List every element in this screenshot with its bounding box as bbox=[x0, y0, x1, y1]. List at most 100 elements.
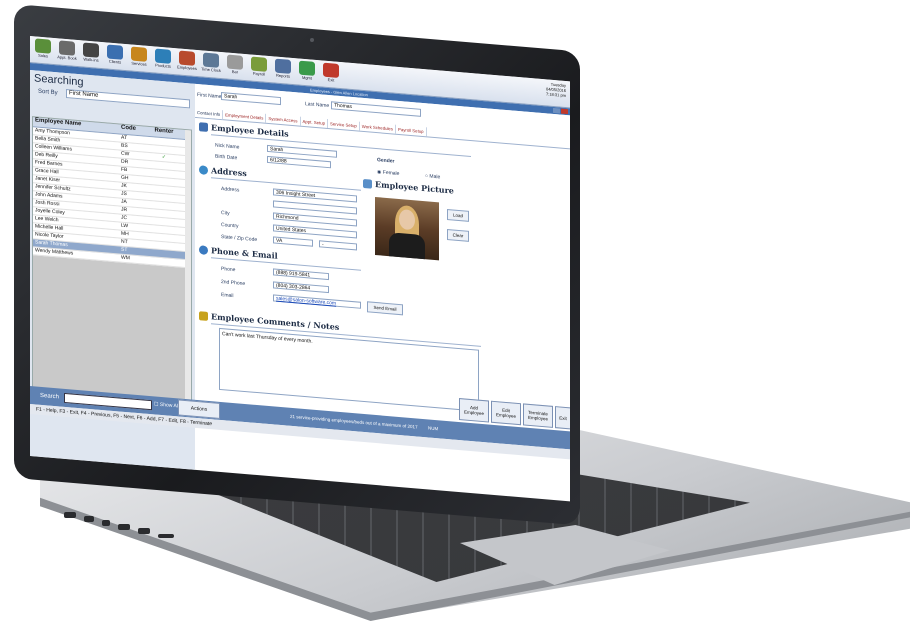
load-picture-button[interactable]: Load bbox=[447, 209, 469, 222]
state-select[interactable]: VA bbox=[273, 236, 313, 247]
phone-label: Phone bbox=[221, 266, 236, 274]
city-label: City bbox=[221, 210, 230, 217]
camera-icon bbox=[310, 38, 314, 42]
nick-name-label: Nick Name bbox=[215, 142, 240, 151]
panel-title: Searching bbox=[34, 72, 84, 89]
phone2-label: 2nd Phone bbox=[221, 279, 246, 288]
tab-service-setup[interactable]: Service Setup bbox=[328, 119, 360, 131]
port bbox=[118, 524, 130, 530]
toolbar-label: Products bbox=[155, 62, 171, 69]
toolbar-label: Exit bbox=[327, 76, 335, 83]
toolbar-label: Services bbox=[131, 60, 147, 67]
tab-employment-details[interactable]: Employment Details bbox=[223, 110, 267, 123]
add-employee-button[interactable]: Add Employee bbox=[459, 398, 489, 423]
toolbar-walk-ins-button[interactable]: Walk-ins bbox=[80, 42, 102, 66]
id-card-icon bbox=[199, 122, 208, 132]
minimize-button[interactable] bbox=[553, 107, 560, 114]
first-name-field[interactable]: Sarah bbox=[221, 92, 281, 106]
appt-book-icon bbox=[59, 40, 75, 56]
toolbar-clients-button[interactable]: Clients bbox=[104, 44, 126, 68]
toolbar-services-button[interactable]: Services bbox=[128, 46, 150, 70]
tab-work-schedules[interactable]: Work Schedules bbox=[359, 121, 396, 134]
grid-scrollbar[interactable] bbox=[185, 130, 191, 413]
section-title-picture: Employee Picture bbox=[375, 178, 454, 196]
toolbar-sales-button[interactable]: Sales bbox=[32, 38, 54, 62]
products-icon bbox=[155, 48, 171, 64]
date-time-display: Tuesday 04/05/2016 7:18:31 pm bbox=[532, 80, 566, 98]
port bbox=[158, 534, 174, 538]
photo-face bbox=[399, 208, 415, 231]
country-label: Country bbox=[221, 222, 239, 230]
toolbar-label: Mgmt bbox=[302, 74, 312, 81]
terminate-employee-button[interactable]: Terminate Employee bbox=[523, 403, 553, 428]
laptop-ports bbox=[58, 500, 208, 560]
toolbar-reports-button[interactable]: Reports bbox=[272, 58, 294, 82]
city-field[interactable]: Richmond bbox=[273, 212, 357, 227]
first-name-label: First Name bbox=[197, 92, 222, 101]
employees-icon bbox=[179, 50, 195, 66]
last-name-label: Last Name bbox=[305, 101, 330, 110]
toolbar-payroll-button[interactable]: Payroll bbox=[248, 56, 270, 80]
tab-contact-info[interactable]: Contact Info bbox=[195, 107, 224, 120]
address-line2-field[interactable] bbox=[273, 200, 357, 215]
toolbar-appt-book-button[interactable]: Appt. Book bbox=[56, 40, 78, 64]
phone-icon bbox=[199, 245, 208, 255]
phone-field[interactable]: (888) 919-5841 bbox=[273, 268, 329, 281]
tab-system-access[interactable]: System Access bbox=[266, 113, 301, 126]
toolbar-label: Clients bbox=[108, 58, 122, 65]
port bbox=[64, 512, 76, 518]
toolbar-bar-button[interactable]: Bar bbox=[224, 54, 246, 78]
gender-female-radio[interactable]: ◉ Female bbox=[377, 169, 399, 177]
gender-female-label: Female bbox=[382, 169, 400, 178]
close-button[interactable] bbox=[561, 108, 568, 115]
comments-textarea[interactable]: Can't work last Thursday of every month. bbox=[219, 327, 479, 412]
time-clock-icon bbox=[203, 52, 219, 68]
toolbar-label: Reports bbox=[275, 72, 290, 79]
toolbar-employees-button[interactable]: Employees bbox=[176, 50, 198, 74]
email-label: Email bbox=[221, 292, 234, 300]
exit-icon bbox=[323, 62, 339, 78]
toolbar-mgmt-button[interactable]: Mgmt bbox=[296, 60, 318, 84]
show-all-label: Show All bbox=[159, 401, 180, 410]
clear-picture-button[interactable]: Clear bbox=[447, 229, 469, 242]
port bbox=[102, 520, 110, 526]
reports-icon bbox=[275, 58, 291, 74]
address-label: Address bbox=[221, 186, 240, 194]
address-line1-field[interactable]: 306 Insight Street bbox=[273, 188, 357, 203]
employee-code-cell: WM bbox=[121, 254, 130, 262]
show-all-checkbox[interactable]: ☐ Show All bbox=[154, 401, 179, 409]
tab-appt-setup[interactable]: Appt. Setup bbox=[300, 116, 328, 129]
num-lock-indicator: NUM bbox=[428, 425, 439, 432]
gender-label: Gender bbox=[377, 157, 395, 165]
sort-select[interactable]: First Name bbox=[66, 89, 190, 109]
photo-body bbox=[389, 232, 425, 261]
exit-button[interactable]: Exit bbox=[555, 406, 570, 430]
gender-male-label: Male bbox=[429, 173, 441, 181]
clients-icon bbox=[107, 44, 123, 60]
toolbar-label: Bar bbox=[231, 68, 239, 75]
toolbar-label: Time Clock bbox=[201, 66, 221, 74]
picture-icon bbox=[363, 178, 372, 189]
house-icon bbox=[199, 165, 208, 175]
phone2-field[interactable]: (804) 303-2864 bbox=[273, 281, 329, 294]
edit-employee-button[interactable]: Edit Employee bbox=[491, 400, 521, 426]
toolbar-label: Sales bbox=[37, 52, 48, 59]
employee-grid: Employee Name Code Renter Amy Thompson AT… bbox=[32, 116, 192, 414]
last-name-field[interactable]: Thomas bbox=[331, 101, 421, 117]
email-field[interactable]: sales@salon-software.com bbox=[273, 294, 361, 309]
renter-cell bbox=[149, 257, 179, 267]
payroll-icon bbox=[251, 56, 267, 72]
tab-payroll-setup[interactable]: Payroll Setup bbox=[395, 124, 427, 137]
zip-field[interactable]: - bbox=[319, 240, 357, 251]
app-screen: Sales Appt. Book Walk-ins Clients Servic… bbox=[30, 36, 570, 502]
toolbar-products-button[interactable]: Products bbox=[152, 48, 174, 72]
toolbar-label: Employees bbox=[177, 64, 197, 72]
state-zip-label: State / Zip Code bbox=[221, 234, 258, 244]
birth-date-field[interactable]: 6/12/88 bbox=[267, 155, 331, 169]
country-select[interactable]: United States bbox=[273, 224, 357, 239]
services-icon bbox=[131, 46, 147, 62]
toolbar-time-clock-button[interactable]: Time Clock bbox=[200, 52, 222, 76]
gender-male-radio[interactable]: ○ Male bbox=[425, 173, 440, 180]
toolbar-exit-button[interactable]: Exit bbox=[320, 62, 342, 86]
send-email-button[interactable]: Send Email bbox=[367, 301, 403, 316]
